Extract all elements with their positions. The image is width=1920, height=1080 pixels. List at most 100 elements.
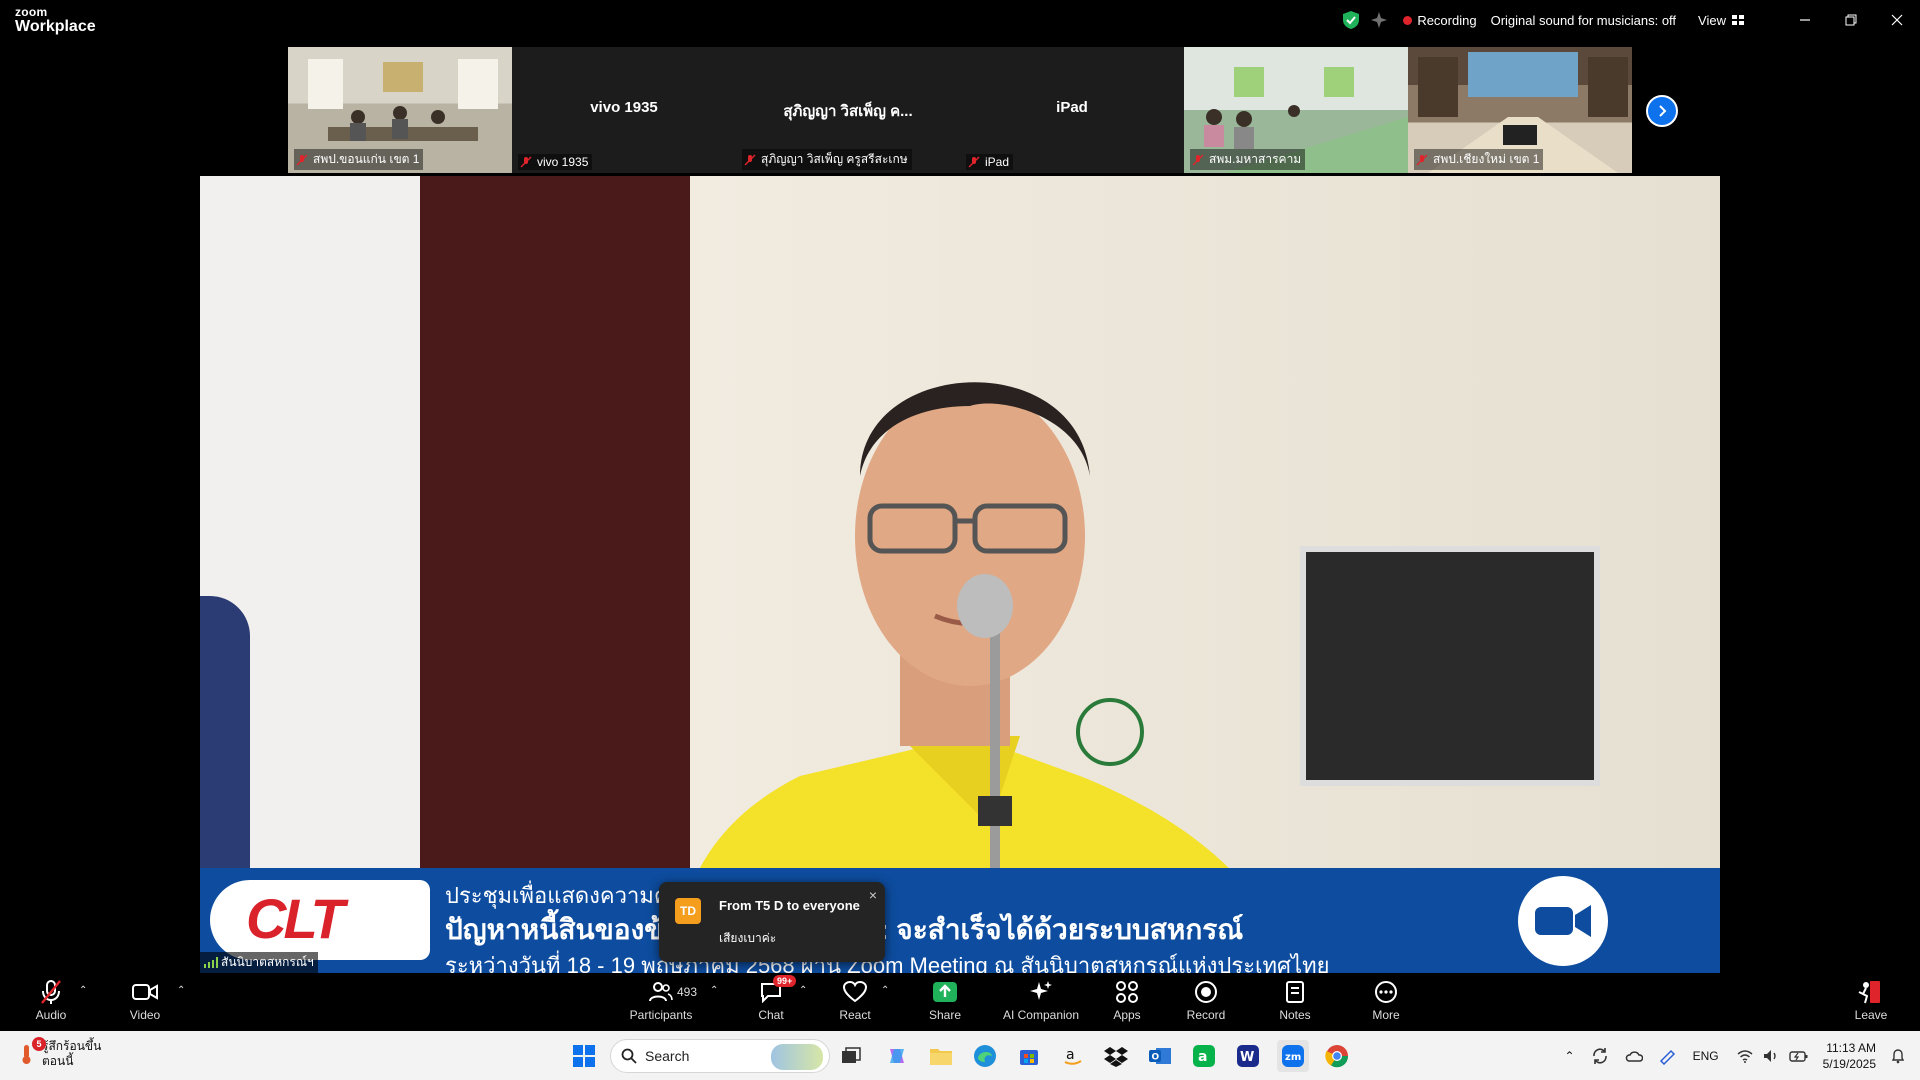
taskbar-search[interactable]: Search: [610, 1039, 830, 1073]
speaker-name: สันนิบาตสหกรณ์ฯ: [221, 955, 314, 969]
dropbox-app[interactable]: [1100, 1040, 1132, 1072]
clt-logo: CLT: [210, 880, 430, 960]
gallery-next-button[interactable]: [1646, 95, 1678, 127]
participant-tile[interactable]: iPad iPad: [960, 47, 1184, 173]
chat-options-caret[interactable]: ⌃: [799, 985, 807, 996]
leave-button[interactable]: Leave: [1826, 979, 1916, 1022]
participant-name-label: สพป.ขอนแก่น เขต 1: [294, 149, 424, 170]
close-notification-button[interactable]: ×: [869, 887, 877, 903]
line-a-icon: a: [1193, 1045, 1215, 1067]
original-sound-status[interactable]: Original sound for musicians: off: [1491, 13, 1676, 28]
battery-icon[interactable]: [1788, 1049, 1809, 1063]
edge-browser-app[interactable]: [969, 1040, 1001, 1072]
amazon-app[interactable]: a: [1057, 1040, 1089, 1072]
svg-text:a: a: [1066, 1047, 1075, 1063]
ai-companion-button[interactable]: AI Companion: [996, 979, 1086, 1022]
webex-icon: W: [1237, 1045, 1259, 1067]
svg-text:W: W: [1240, 1050, 1254, 1065]
windows-start-icon: [573, 1045, 595, 1067]
svg-text:O: O: [1152, 1053, 1160, 1063]
apps-button[interactable]: Apps: [1082, 979, 1172, 1022]
share-screen-icon: [933, 982, 957, 1002]
wifi-icon[interactable]: [1737, 1049, 1753, 1063]
active-speaker-video[interactable]: CLT ประชุมเพื่อแสดงความค ปัญหาหนี้สินของ…: [200, 176, 1720, 973]
outlook-app[interactable]: O: [1144, 1040, 1176, 1072]
participant-name-label: vivo 1935: [518, 154, 593, 170]
participant-tile[interactable]: สพป.เชียงใหม่ เขต 1: [1408, 47, 1632, 173]
participants-label: Participants: [629, 1008, 693, 1022]
clock-time: 11:13 AM: [1826, 1040, 1876, 1055]
participant-tile[interactable]: vivo 1935 vivo 1935: [512, 47, 736, 173]
event-banner: CLT ประชุมเพื่อแสดงความค ปัญหาหนี้สินของ…: [200, 868, 1720, 973]
participant-name: สพป.ขอนแก่น เขต 1: [313, 152, 420, 166]
recording-dot-icon: [1403, 15, 1413, 25]
title-bar: zoom Workplace Recording Original sound …: [0, 0, 1920, 44]
video-options-caret[interactable]: ⌃: [177, 985, 185, 996]
muted-mic-icon: [1416, 154, 1428, 165]
chat-notification[interactable]: TD From T5 D to everyone เสียงเบาค่ะ ×: [659, 882, 885, 962]
input-language[interactable]: ENG: [1693, 1049, 1719, 1063]
chrome-app[interactable]: [1321, 1040, 1353, 1072]
banner-line-3: ระหว่างวันที่ 18 - 19 พฤษภาคม 2568 ผ่าน …: [445, 953, 1330, 973]
notes-button[interactable]: Notes: [1250, 979, 1340, 1022]
notification-bell-icon[interactable]: [1890, 1048, 1906, 1064]
meeting-toolbar: Audio ⌃ Video ⌃ Participants 493 ⌃ 99+ C…: [0, 973, 1920, 1031]
more-button[interactable]: More: [1341, 979, 1431, 1022]
onedrive-cloud-icon[interactable]: [1625, 1049, 1643, 1063]
minimize-icon: [1800, 19, 1810, 21]
start-button[interactable]: [568, 1040, 600, 1072]
taskbar-clock[interactable]: 11:13 AM 5/19/2025: [1823, 1040, 1876, 1072]
ai-sparkle-icon[interactable]: [1371, 12, 1388, 28]
view-button[interactable]: View: [1698, 13, 1744, 28]
muted-mic-icon: [41, 980, 61, 1004]
amazon-icon: a: [1064, 1047, 1082, 1065]
task-view-button[interactable]: [835, 1040, 867, 1072]
participant-name-label: iPad: [966, 154, 1014, 170]
store-icon: [1020, 1050, 1038, 1065]
more-label: More: [1372, 1008, 1400, 1022]
participant-display-name: vivo 1935: [590, 99, 658, 116]
participant-name: vivo 1935: [537, 155, 589, 169]
sync-icon[interactable]: [1591, 1047, 1609, 1065]
copilot-app[interactable]: [881, 1040, 913, 1072]
close-window-button[interactable]: [1874, 0, 1920, 40]
participant-count: 493: [677, 985, 698, 999]
weather-alert-badge: 5: [32, 1037, 46, 1051]
outlook-icon: O: [1149, 1048, 1171, 1064]
participant-tile[interactable]: สพม.มหาสารคาม: [1184, 47, 1408, 173]
zoom-app[interactable]: zm: [1277, 1040, 1309, 1072]
participants-options-caret[interactable]: ⌃: [710, 985, 718, 996]
sender-avatar: TD: [675, 898, 701, 924]
zoom-workplace-logo: zoom Workplace: [15, 6, 96, 35]
webex-app[interactable]: W: [1232, 1040, 1264, 1072]
video-camera-icon: [132, 984, 158, 1000]
weather-line-2: ตอนนี้: [42, 1054, 74, 1068]
show-hidden-icons-chevron-icon[interactable]: ⌃: [1565, 1049, 1575, 1063]
react-options-caret[interactable]: ⌃: [881, 985, 889, 996]
share-button[interactable]: Share: [900, 979, 990, 1022]
microsoft-store-app[interactable]: [1013, 1040, 1045, 1072]
pen-input-icon[interactable]: [1659, 1047, 1677, 1065]
dropbox-icon: [1104, 1047, 1128, 1067]
participants-icon: [649, 982, 673, 1002]
grid-view-icon: [1732, 15, 1744, 25]
ai-sparkle-icon: [1030, 981, 1052, 1000]
participant-tile[interactable]: สพป.ขอนแก่น เขต 1: [288, 47, 512, 173]
system-tray: ⌃ ENG 11:13 AM 5/19/2025: [1565, 1031, 1920, 1080]
audio-options-caret[interactable]: ⌃: [79, 985, 87, 996]
restore-button[interactable]: [1828, 0, 1874, 40]
participant-gallery-strip: สพป.ขอนแก่น เขต 1 vivo 1935 vivo 1935 สุ…: [288, 47, 1632, 173]
weather-widget[interactable]: 5 รู้สึกร้อนขึ้น ตอนนี้: [18, 1037, 101, 1069]
muted-mic-icon: [296, 154, 308, 165]
volume-icon[interactable]: [1763, 1049, 1779, 1063]
minimize-button[interactable]: [1782, 0, 1828, 40]
recording-status[interactable]: Recording: [1417, 13, 1476, 28]
line-app[interactable]: a: [1188, 1040, 1220, 1072]
participant-tile[interactable]: สุภิญญา วิสเพ็ญ ค... สุภิญญา วิสเพ็ญ ครู…: [736, 47, 960, 173]
encryption-shield-icon[interactable]: [1343, 11, 1360, 29]
notes-label: Notes: [1279, 1008, 1311, 1022]
file-explorer-app[interactable]: [925, 1040, 957, 1072]
leave-icon: [1858, 981, 1880, 1004]
record-button[interactable]: Record: [1161, 979, 1251, 1022]
leave-label: Leave: [1854, 1008, 1888, 1022]
